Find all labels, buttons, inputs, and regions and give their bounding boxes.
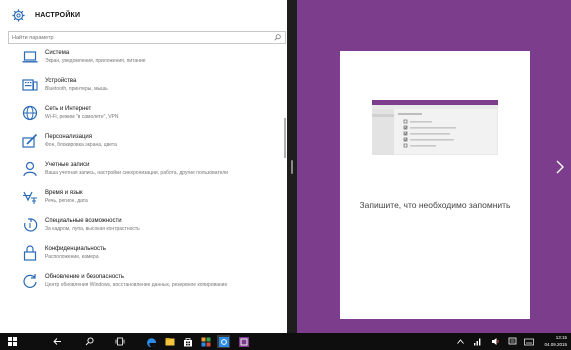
edge-icon[interactable] <box>146 337 157 347</box>
settings-item-time-language[interactable]: Время и язык Речь, регион, дата <box>0 187 287 213</box>
personalization-icon <box>22 133 38 148</box>
settings-item-accessibility[interactable]: Специальные возможности За кадром, лупа,… <box>0 215 287 241</box>
time-language-icon <box>23 191 37 204</box>
person-icon <box>23 161 37 177</box>
settings-item-title: Сеть и Интернет <box>45 106 92 112</box>
settings-item-title: Персонализация <box>45 134 93 140</box>
clock-time: 13:15 <box>555 335 567 340</box>
settings-item-personalization[interactable]: Персонализация Фон, блокировка экрана, ц… <box>0 131 287 157</box>
page-title: НАСТРОЙКИ <box>35 11 81 19</box>
settings-item-system[interactable]: Система Экран, уведомления, приложения, … <box>0 47 287 73</box>
settings-item-subtitle: Bluetooth, принтеры, мышь <box>45 86 108 92</box>
settings-item-subtitle: Расположение, камера <box>45 254 99 260</box>
settings-item-update[interactable]: Обновление и безопасность Центр обновлен… <box>0 271 287 297</box>
search-icon[interactable] <box>274 34 281 41</box>
app-tiles[interactable] <box>199 335 212 348</box>
folder-icon[interactable] <box>165 337 175 346</box>
promo-text: Запишите, что необходимо запомнить <box>359 200 511 210</box>
promo-card: Запишите, что необходимо запомнить <box>340 51 530 319</box>
settings-item-accounts[interactable]: Учетные записи Ваша учетная запись, наст… <box>0 159 287 185</box>
settings-item-subtitle: За кадром, лупа, высокая контрастность <box>45 226 140 232</box>
settings-item-subtitle: Фон, блокировка экрана, цвета <box>45 142 117 148</box>
onenote-app[interactable] <box>237 335 250 348</box>
settings-item-subtitle: Экран, уведомления, приложения, питание <box>45 58 146 64</box>
settings-item-subtitle: Ваша учетная запись, настройки синхрониз… <box>45 170 228 176</box>
search-box[interactable] <box>8 31 286 44</box>
settings-item-subtitle: Центр обновления Windows, восстановление… <box>45 282 228 288</box>
taskbar: 13:15 04.09.2015 <box>0 333 571 350</box>
update-icon <box>23 274 37 288</box>
start-button[interactable] <box>6 335 19 348</box>
notifications-icon[interactable] <box>508 337 517 346</box>
globe-icon <box>22 105 38 121</box>
devices-icon <box>22 79 38 91</box>
settings-item-title: Конфиденциальность <box>45 246 106 252</box>
settings-item-network[interactable]: Сеть и Интернет Wi-Fi, режим "в самолете… <box>0 103 287 129</box>
divider-grip[interactable] <box>291 160 293 174</box>
action-center[interactable] <box>506 335 519 348</box>
onenote-icon[interactable] <box>238 336 249 347</box>
back-button[interactable] <box>51 335 64 348</box>
clock-date: 04.09.2015 <box>544 342 567 347</box>
network-status[interactable] <box>471 335 484 348</box>
edge-app[interactable] <box>145 335 158 348</box>
settings-item-title: Система <box>45 50 70 56</box>
store-app[interactable] <box>181 335 194 348</box>
volume-control[interactable] <box>489 335 502 348</box>
explorer-app[interactable] <box>163 335 176 348</box>
store-icon[interactable] <box>183 337 193 347</box>
settings-item-subtitle: Wi-Fi, режим "в самолете", VPN <box>45 114 119 120</box>
settings-item-privacy[interactable]: Конфиденциальность Расположение, камера <box>0 243 287 269</box>
show-hidden-icons[interactable] <box>454 335 467 348</box>
search-input[interactable] <box>12 32 262 43</box>
settings-app[interactable] <box>217 335 230 348</box>
settings-item-title: Время и язык <box>45 190 83 196</box>
gear-icon <box>12 8 25 22</box>
speaker-icon[interactable] <box>491 337 500 346</box>
taskbar-search-button[interactable] <box>83 335 96 348</box>
lock-icon <box>23 245 37 261</box>
settings-item-title: Устройства <box>45 78 77 84</box>
task-view-icon[interactable] <box>115 337 125 346</box>
clock[interactable]: 13:15 04.09.2015 <box>544 334 567 348</box>
settings-item-title: Обновление и безопасность <box>45 274 125 280</box>
back-arrow-icon[interactable] <box>53 337 62 346</box>
chevron-up-icon[interactable] <box>457 339 464 344</box>
notebook-illustration <box>372 100 498 155</box>
keyboard-icon[interactable] <box>523 338 534 346</box>
task-view-button[interactable] <box>113 335 126 348</box>
settings-item-title: Специальные возможности <box>45 218 122 224</box>
settings-item-subtitle: Речь, регион, дата <box>45 198 88 204</box>
settings-gear-icon[interactable] <box>218 336 229 347</box>
keyboard-layout[interactable] <box>522 335 535 348</box>
settings-header: НАСТРОЙКИ <box>12 8 80 22</box>
search-icon[interactable] <box>85 337 94 346</box>
settings-item-title: Учетные записи <box>45 162 90 168</box>
onenote-panel: Запишите, что необходимо запомнить <box>297 0 571 333</box>
windows-icon[interactable] <box>8 337 17 346</box>
split-divider[interactable] <box>287 0 297 333</box>
app-tiles-icon[interactable] <box>201 337 211 347</box>
chevron-right-icon[interactable] <box>555 160 565 174</box>
settings-window: НАСТРОЙКИ Система Экран, уведомления, пр… <box>0 0 287 333</box>
scrollbar[interactable] <box>284 118 286 158</box>
network-icon[interactable] <box>473 337 482 346</box>
settings-item-devices[interactable]: Устройства Bluetooth, принтеры, мышь <box>0 75 287 101</box>
laptop-icon <box>22 51 38 63</box>
accessibility-icon <box>24 218 38 232</box>
